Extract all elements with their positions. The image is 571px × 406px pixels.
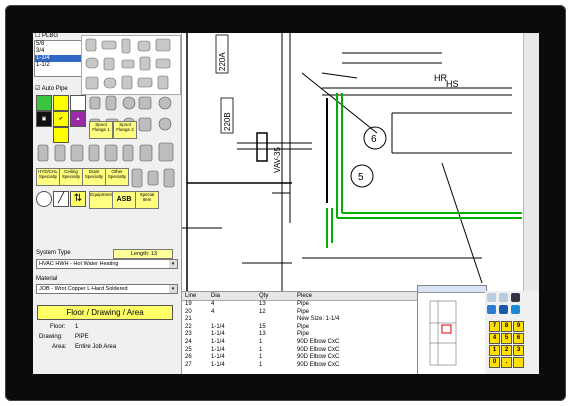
overview-minimap[interactable] (417, 285, 487, 374)
tool-white-icon[interactable] (70, 95, 86, 111)
refresh-icon[interactable] (487, 305, 496, 314)
material-select[interactable]: JOB - Wrot Copper L-Hard Soldered ▾ (36, 284, 178, 294)
left-tool-panel: ☐ PLBG 5/8 3/4 1-1/4 1-1/2 ☑ Auto Pipe ▣… (33, 33, 182, 374)
drawing-canvas[interactable]: 220A 220B VAV-35 HR HS 6 5 (182, 33, 523, 291)
chevron-down-icon[interactable]: ▾ (169, 260, 177, 268)
arrows-tool-icon[interactable]: ⇅ (70, 191, 86, 207)
col-piece[interactable]: Piece (297, 292, 417, 300)
table-row[interactable]: 19 4 13 Pipe (182, 301, 417, 309)
table-row[interactable]: 24 1-1/4 1 90D Elbow CxC (182, 339, 417, 347)
area-label: Area: (52, 344, 67, 350)
tool-dark-icon[interactable]: ▣ (36, 111, 52, 127)
keypad-key[interactable]: 8 (501, 321, 512, 332)
table-row[interactable]: 23 1-1/4 13 Pipe (182, 331, 417, 339)
ceiling-specialty-button[interactable]: Ceiling Specialty (59, 168, 83, 186)
callout-5: 5 (358, 172, 364, 183)
material-value: JOB - Wrot Copper L-Hard Soldered (39, 286, 128, 292)
minimap-drawing (429, 300, 457, 366)
keypad-enter-key[interactable] (513, 357, 524, 368)
floor-label: Floor: (50, 324, 66, 330)
floor-drawing-area-button[interactable]: Floor / Drawing / Area (37, 305, 173, 320)
app-screen: ☐ PLBG 5/8 3/4 1-1/4 1-1/2 ☑ Auto Pipe ▣… (33, 33, 539, 374)
keypad-key[interactable]: 7 (489, 321, 500, 332)
floor-plan-svg: 220A 220B VAV-35 HR HS 6 5 (182, 33, 522, 291)
fitting-palette-top (81, 35, 181, 95)
keypad-key[interactable]: 2 (501, 345, 512, 356)
size-item-selected[interactable]: 1-1/4 (35, 55, 81, 62)
hs-label: HS (446, 79, 459, 89)
tool-purple-icon[interactable]: ▲ (70, 111, 86, 127)
tool-yellow-icon[interactable] (53, 95, 69, 111)
keypad-key[interactable]: . (501, 357, 512, 368)
room-label-220a: 220A (218, 52, 227, 71)
table-row[interactable]: 26 1-1/4 1 90D Elbow CxC (182, 354, 417, 362)
table-row[interactable]: 27 1-1/4 1 90D Elbow CxC (182, 362, 417, 370)
drain-specialty-button[interactable]: Drain Specialty (82, 168, 106, 186)
tool-green-icon[interactable] (36, 95, 52, 111)
drawing-vertical-scrollbar[interactable] (523, 33, 539, 291)
asb-button[interactable]: ASB (112, 191, 136, 209)
keypad-key[interactable]: 5 (501, 333, 512, 344)
callout-6: 6 (371, 134, 377, 145)
hanger-icons[interactable] (129, 167, 179, 189)
table-row[interactable]: 25 1-1/4 1 90D Elbow CxC (182, 347, 417, 355)
keypad-key[interactable]: 0 (489, 357, 500, 368)
chevron-down-icon[interactable]: ▾ (169, 285, 177, 293)
keypad-key[interactable]: 1 (489, 345, 500, 356)
spool-flange-2-button[interactable]: Spool Flange 2 (113, 121, 137, 139)
table-row[interactable]: 21 New Size: 1-1/4 (182, 316, 417, 324)
area-value: Entire Job Area (75, 344, 117, 350)
takeoff-table: Line Dia Qty Piece 19 4 13 Pipe 20 4 12 Pipe 2… (182, 291, 417, 374)
table-row[interactable]: 22 1-1/4 15 Pipe (182, 324, 417, 332)
fitting-icons-grid[interactable] (82, 36, 180, 94)
col-line[interactable]: Line (182, 292, 211, 300)
room-label-220b: 220B (223, 112, 232, 131)
drawing-label: Drawing: (39, 334, 63, 340)
other-specialty-button[interactable]: Other Specialty (105, 168, 129, 186)
auto-pipe-label: Auto Pipe (41, 86, 68, 92)
spool-flange-1-button[interactable]: Spool Flange 1 (89, 121, 113, 139)
system-type-label: System Type (36, 250, 71, 256)
zoom-out-icon[interactable] (499, 293, 508, 302)
size-item[interactable]: 5/8 (35, 41, 81, 48)
slash-tool-icon[interactable]: ╱ (53, 191, 69, 207)
delete-icon[interactable] (499, 305, 508, 314)
undo-icon[interactable] (511, 305, 520, 314)
keypad-key[interactable]: 4 (489, 333, 500, 344)
pan-icon[interactable] (511, 293, 520, 302)
floor-value: 1 (75, 324, 79, 330)
material-label: Material (36, 276, 58, 282)
zoom-in-icon[interactable] (487, 293, 496, 302)
minimap-titlebar (418, 286, 486, 293)
special-item-button[interactable]: Special Item (135, 191, 159, 209)
right-tool-panel: 7 8 9 4 5 6 1 2 3 0 . (485, 291, 539, 374)
pipe-size-list[interactable]: 5/8 3/4 1-1/4 1-1/2 (34, 40, 82, 77)
length-display: Length: 13 (113, 249, 173, 259)
drawing-value: PIPE (75, 334, 89, 340)
plbg-label: PLBG (42, 33, 59, 39)
size-item[interactable]: 3/4 (35, 48, 81, 55)
vav-label: VAV-35 (273, 147, 282, 173)
tool-check-icon[interactable]: ✔ (53, 111, 69, 127)
keypad-key[interactable]: 3 (513, 345, 524, 356)
col-qty[interactable]: Qty (259, 292, 297, 300)
keypad-key[interactable]: 6 (513, 333, 524, 344)
auto-pipe-checkbox[interactable]: ☑ Auto Pipe (35, 85, 68, 92)
plbg-checkbox[interactable]: ☐ PLBG (35, 33, 58, 39)
col-dia[interactable]: Dia (211, 292, 259, 300)
equipment-button[interactable]: Equipment (89, 191, 113, 209)
hyd-specialty-button[interactable]: HYD/CHL Specialty (36, 168, 60, 186)
table-header: Line Dia Qty Piece (182, 292, 417, 301)
keypad-key[interactable]: 9 (513, 321, 524, 332)
valve-icons-row[interactable] (35, 139, 181, 167)
system-type-value: HVAC HWH - Hot Water Heating (39, 261, 119, 267)
size-item[interactable]: 1-1/2 (35, 62, 81, 69)
table-row[interactable]: 20 4 12 Pipe (182, 309, 417, 317)
circle-tool-icon[interactable] (36, 191, 52, 207)
system-type-select[interactable]: HVAC HWH - Hot Water Heating ▾ (36, 259, 178, 269)
